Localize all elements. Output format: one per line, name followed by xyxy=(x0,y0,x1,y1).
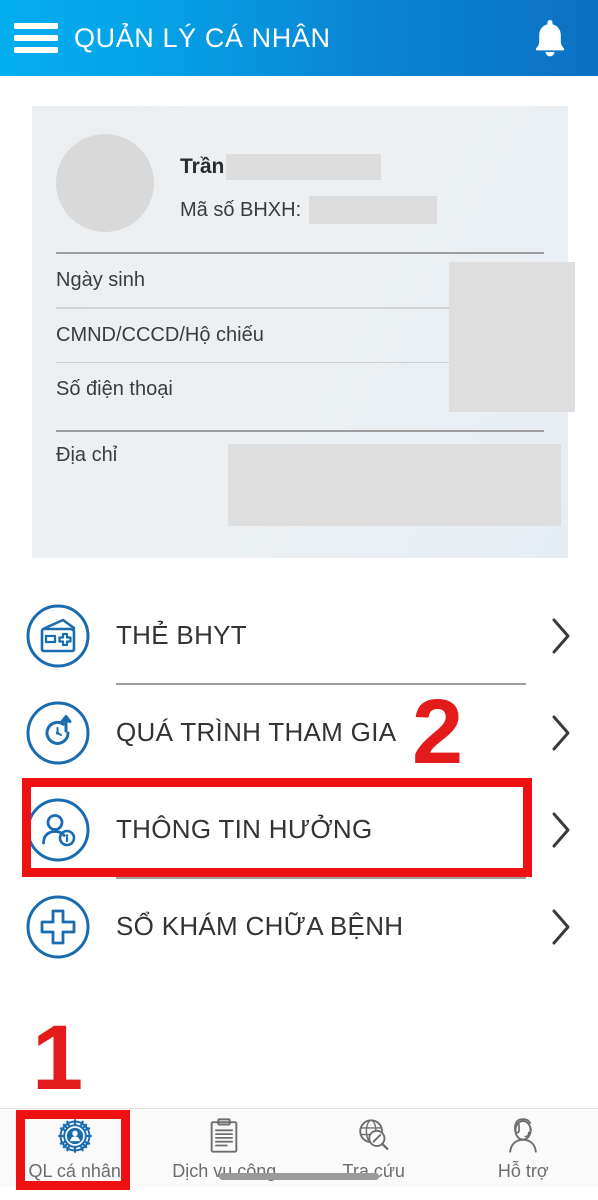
history-clock-icon xyxy=(22,697,94,769)
chevron-right-icon[interactable] xyxy=(538,811,584,849)
profile-identity: Trần Mã số BHXH: xyxy=(180,132,568,224)
annotation-number-2: 2 xyxy=(412,681,464,783)
field-label: Ngày sinh xyxy=(56,269,145,291)
globe-search-icon xyxy=(355,1115,393,1155)
chevron-right-icon[interactable] xyxy=(538,908,584,946)
nav-item-ho-tro[interactable]: Hỗ trợ xyxy=(449,1109,598,1187)
menu-item-so-kham-chua-benh[interactable]: SỔ KHÁM CHỮA BỆNH xyxy=(0,879,598,974)
menu-item-qua-trinh-tham-gia[interactable]: QUÁ TRÌNH THAM GIA xyxy=(0,685,598,780)
profile-name-row: Trần xyxy=(180,154,568,180)
redacted-field-values xyxy=(449,262,575,412)
headset-support-icon xyxy=(504,1115,542,1155)
home-indicator xyxy=(219,1173,379,1180)
chevron-right-icon[interactable] xyxy=(538,617,584,655)
bottom-navigation: QL cá nhân Dịch vụ công Tra cứu Hỗ trợ xyxy=(0,1108,598,1187)
menu-item-label: THẺ BHYT xyxy=(116,620,247,650)
person-info-icon xyxy=(22,794,94,866)
avatar xyxy=(56,134,154,232)
bhxh-row: Mã số BHXH: xyxy=(180,196,568,224)
nav-item-label: QL cá nhân xyxy=(28,1160,121,1181)
menu-item-label: SỔ KHÁM CHỮA BỆNH xyxy=(116,911,404,941)
menu-item-label: THÔNG TIN HƯỞNG xyxy=(116,814,373,844)
gear-person-icon xyxy=(56,1115,94,1155)
main-menu: THẺ BHYT QUÁ TRÌNH THAM GIA THÔNG TIN HƯ… xyxy=(0,588,598,974)
nav-item-ql-ca-nhan[interactable]: QL cá nhân xyxy=(0,1109,150,1187)
redacted-name-value xyxy=(226,154,382,180)
field-label: CMND/CCCD/Hộ chiếu xyxy=(56,323,264,346)
bell-icon[interactable] xyxy=(520,18,580,58)
clipboard-document-icon xyxy=(206,1115,242,1155)
page-title: QUẢN LÝ CÁ NHÂN xyxy=(74,22,331,53)
redacted-address-value xyxy=(228,444,561,526)
profile-card: Trần Mã số BHXH: Ngày sinh CMND/CCCD/Hộ … xyxy=(32,106,575,558)
annotation-number-1: 1 xyxy=(32,1007,84,1109)
menu-item-label: QUÁ TRÌNH THAM GIA xyxy=(116,717,397,747)
field-label: Địa chỉ xyxy=(56,444,118,466)
hamburger-icon[interactable] xyxy=(14,23,58,53)
menu-item-the-bhyt[interactable]: THẺ BHYT xyxy=(0,588,598,683)
profile-name: Trần xyxy=(180,155,225,178)
health-insurance-card-icon xyxy=(22,600,94,672)
hamburger-bar xyxy=(14,35,58,41)
hamburger-bar xyxy=(14,23,58,29)
chevron-right-icon[interactable] xyxy=(538,714,584,752)
field-label: Số điện thoại xyxy=(56,378,173,400)
nav-item-label: Hỗ trợ xyxy=(497,1160,549,1181)
hamburger-bar xyxy=(14,47,58,53)
app-screen: QUẢN LÝ CÁ NHÂN Trần Mã số BHXH: Ngày si… xyxy=(0,0,598,1200)
app-header: QUẢN LÝ CÁ NHÂN xyxy=(0,0,598,76)
profile-header: Trần Mã số BHXH: xyxy=(32,106,568,238)
medical-cross-icon xyxy=(22,891,94,963)
menu-item-thong-tin-huong[interactable]: THÔNG TIN HƯỞNG xyxy=(0,782,598,877)
redacted-bhxh-value xyxy=(309,196,438,224)
bhxh-label: Mã số BHXH: xyxy=(180,198,302,221)
